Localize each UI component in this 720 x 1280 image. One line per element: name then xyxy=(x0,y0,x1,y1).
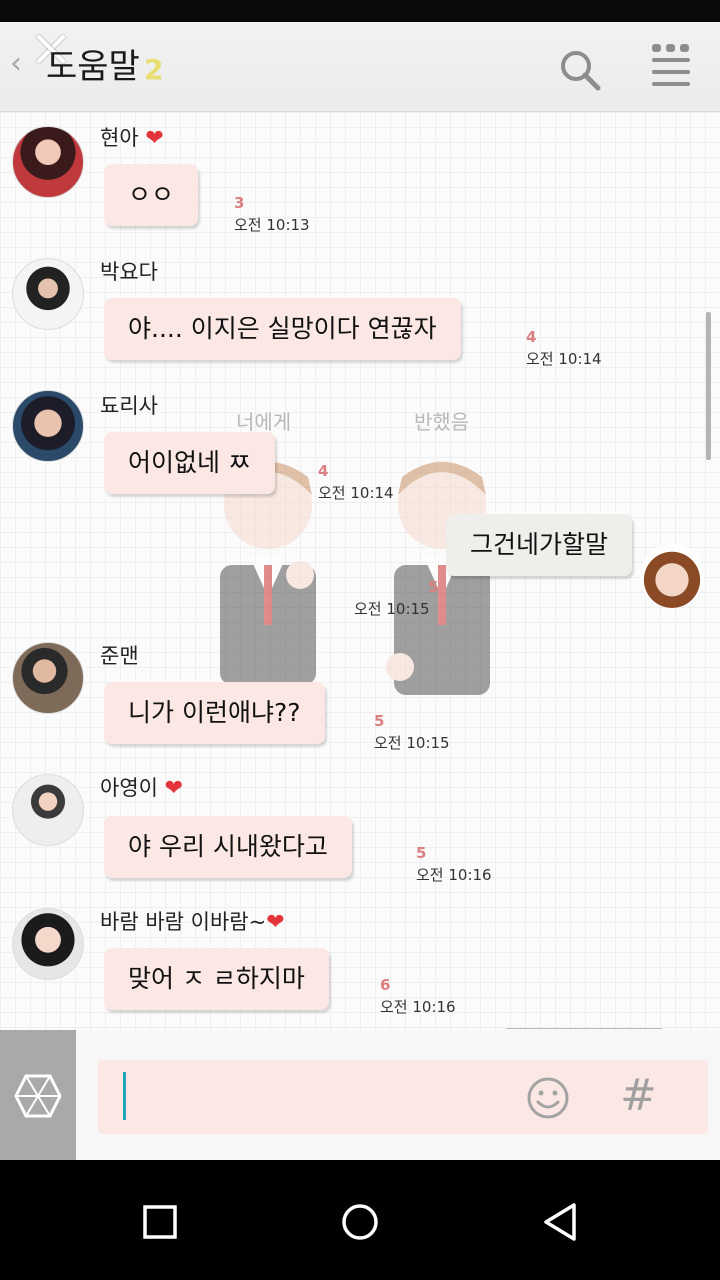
heart-icon: ❤ xyxy=(266,910,285,935)
avatar[interactable] xyxy=(12,908,84,980)
back-icon[interactable] xyxy=(538,1200,582,1244)
android-nav-bar xyxy=(0,1160,720,1280)
sticker-button[interactable] xyxy=(0,1030,76,1160)
unread-count: 5 xyxy=(428,578,439,596)
message-input[interactable]: # xyxy=(98,1060,708,1134)
sender-name: 바람 바람 이바람~❤ xyxy=(100,910,285,935)
message-bubble[interactable]: ㅇㅇ xyxy=(104,164,199,226)
my-message-bubble[interactable]: 그건네가할말 xyxy=(446,514,633,576)
menu-icon[interactable] xyxy=(648,42,694,88)
message-time: 오전 10:14 xyxy=(526,350,602,368)
sender-name: 아영이 ❤ xyxy=(100,776,184,801)
message-time: 오전 10:16 xyxy=(380,998,456,1016)
divider xyxy=(506,1028,662,1029)
unread-count: 4 xyxy=(318,462,329,480)
recent-apps-icon[interactable] xyxy=(138,1200,182,1244)
heart-icon: ❤ xyxy=(145,126,164,151)
room-title: 도움말 xyxy=(46,47,140,87)
input-bar: # xyxy=(0,1030,720,1160)
unread-count: 5 xyxy=(416,844,427,862)
member-count: 2 xyxy=(144,53,164,86)
avatar[interactable] xyxy=(12,774,84,846)
sender-name: 현아 ❤ xyxy=(100,126,164,151)
message-bubble[interactable]: 야 우리 시내왔다고 xyxy=(104,816,352,878)
message-bubble[interactable]: 니가 이런애냐?? xyxy=(104,682,325,744)
sender-name: 됴리사 xyxy=(100,394,158,418)
message-time: 오전 10:15 xyxy=(374,734,450,752)
my-avatar[interactable] xyxy=(640,544,704,608)
message-bubble[interactable]: 맞어 ㅈ ㄹ하지마 xyxy=(104,948,329,1010)
unread-count: 4 xyxy=(526,328,537,346)
avatar[interactable] xyxy=(12,126,84,198)
sender-name: 박요다 xyxy=(100,260,158,284)
message-list[interactable]: 너에게 반했음 현아 ❤ ㅇㅇ 3 오전 10:13 박요다 야.... 이지은… xyxy=(0,112,720,1030)
status-bar xyxy=(0,0,720,22)
message-time: 오전 10:16 xyxy=(416,866,492,884)
message-time: 오전 10:15 xyxy=(354,600,430,618)
unread-count: 3 xyxy=(234,194,245,212)
avatar[interactable] xyxy=(12,642,84,714)
avatar[interactable] xyxy=(12,258,84,330)
chat-screen: ‹ 도움말 2 너에게 반했음 현아 ❤ ㅇㅇ 3 오전 10:13 박요다 야… xyxy=(0,0,720,1280)
back-chevron-icon[interactable]: ‹ xyxy=(10,44,22,84)
watermark-caption-left: 너에게 xyxy=(236,410,292,434)
chat-header: ‹ 도움말 2 xyxy=(0,22,720,112)
message-bubble[interactable]: 야.... 이지은 실망이다 연끊자 xyxy=(104,298,461,360)
text-cursor xyxy=(123,1072,126,1120)
message-time: 오전 10:14 xyxy=(318,484,394,502)
sender-name: 준맨 xyxy=(100,644,139,668)
home-icon[interactable] xyxy=(338,1200,382,1244)
hexagon-logo-icon xyxy=(14,1074,62,1118)
avatar[interactable] xyxy=(12,390,84,462)
search-icon[interactable] xyxy=(558,48,602,92)
heart-icon: ❤ xyxy=(164,776,184,801)
message-time: 오전 10:13 xyxy=(234,216,310,234)
scrollbar[interactable] xyxy=(706,312,711,460)
hashtag-button[interactable]: # xyxy=(620,1070,657,1122)
unread-count: 5 xyxy=(374,712,385,730)
emoji-icon[interactable] xyxy=(526,1076,570,1120)
unread-count: 6 xyxy=(380,976,391,994)
message-bubble[interactable]: 어이없네 ㅉ xyxy=(104,432,275,494)
watermark-caption-right: 반했음 xyxy=(414,410,470,434)
